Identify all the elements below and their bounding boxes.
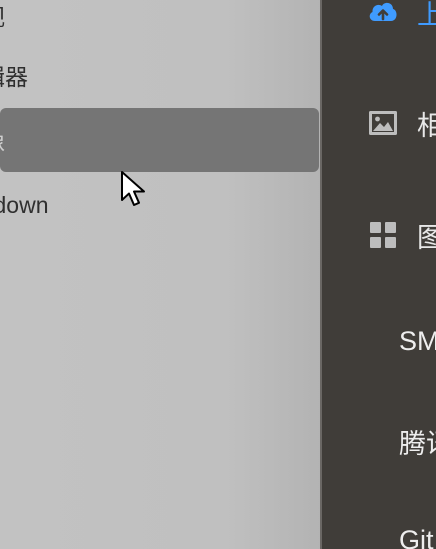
context-menu-item-label: kdown [0,191,49,218]
context-menu-item-image-highlighted[interactable]: 像 [0,108,319,172]
nav-item-image-bed[interactable]: 图 [322,205,436,265]
nav-item-album[interactable]: 相 [322,93,436,153]
nav-subitem-git[interactable]: Git [399,515,434,549]
context-menu-item-label: 辑器 [0,64,28,90]
context-menu-item-label: 视 [0,0,5,32]
mouse-cursor-icon [120,170,150,210]
nav-item-upload[interactable]: 上 [322,0,436,42]
side-nav: 上 相 图 SM 腾讯 Git [322,0,436,549]
cloud-upload-icon [366,0,400,29]
image-icon [366,106,400,140]
context-menu-item-editor[interactable]: 辑器 [0,43,320,107]
context-menu: 视 辑器 像 kdown [0,0,321,549]
nav-item-label: 相 [417,110,436,141]
context-menu-item-label: 像 [0,123,5,157]
nav-subitem-sm[interactable]: SM [399,316,436,366]
nav-item-label: 上 [417,0,436,30]
context-menu-item-view[interactable]: 视 [0,0,320,47]
context-menu-item-markdown[interactable]: kdown [0,173,320,237]
grid-icon [366,218,400,252]
nav-item-label: 图 [417,222,436,253]
nav-subitem-tencent[interactable]: 腾讯 [399,416,436,466]
